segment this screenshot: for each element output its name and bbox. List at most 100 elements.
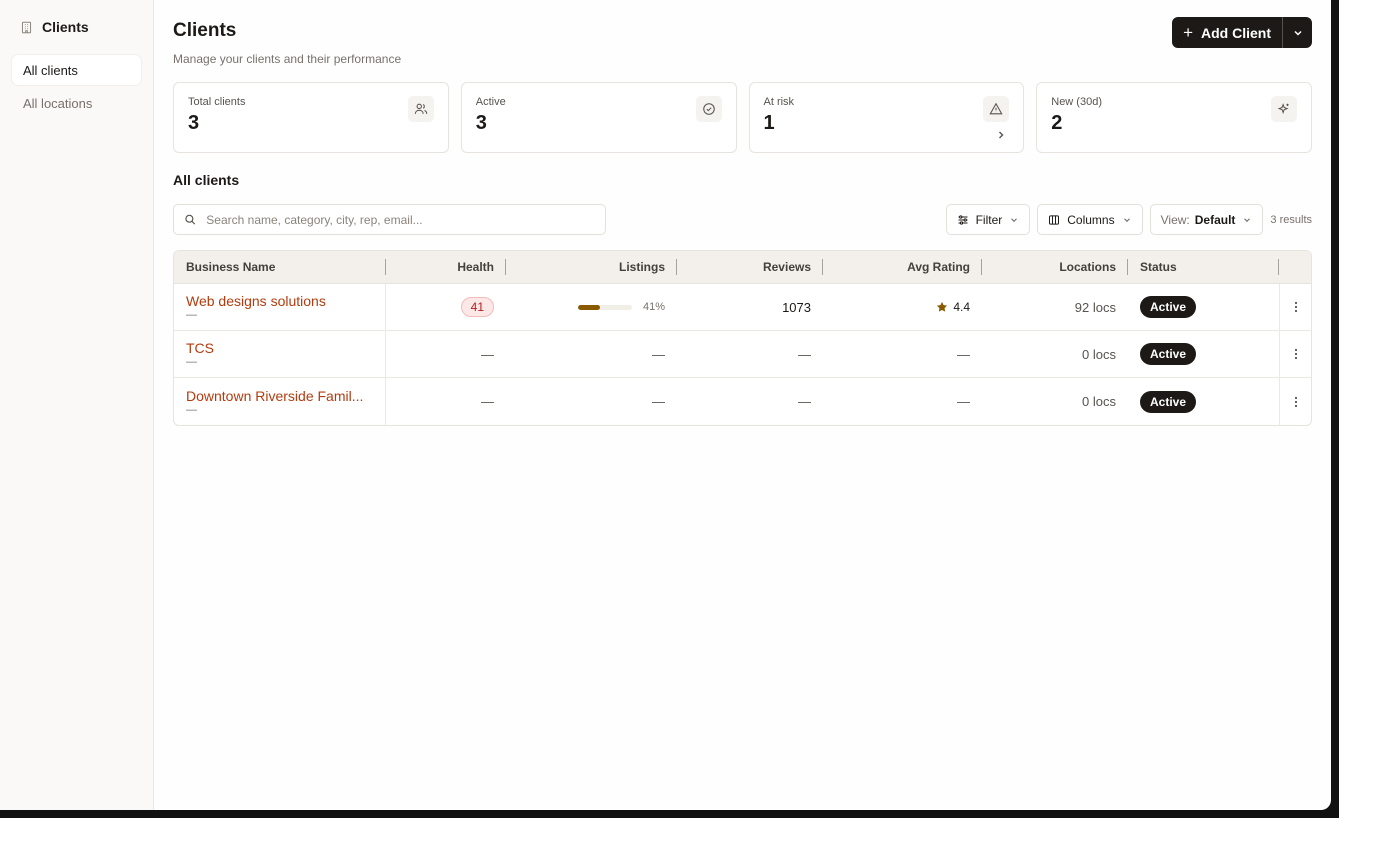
cell-reviews: — [677, 331, 823, 377]
page-title: Clients [173, 20, 237, 41]
stat-value: 2 [1051, 112, 1063, 134]
status-badge: Active [1140, 296, 1197, 318]
cell-locations: 0 locs [982, 378, 1128, 425]
stat-label: At risk [763, 96, 795, 108]
more-vertical-icon [1294, 301, 1297, 313]
view-select[interactable]: View: Default [1149, 204, 1264, 235]
cell-health: — [386, 331, 506, 377]
add-client-dropdown-button[interactable] [1282, 17, 1312, 48]
view-prefix: View: [1160, 212, 1190, 227]
stat-card-new: New (30d) 2 [1036, 82, 1312, 153]
chevron-down-icon [1244, 217, 1251, 222]
cell-locations: 0 locs [982, 331, 1128, 377]
listings-percent: 41% [642, 301, 665, 313]
column-header-business-name[interactable]: Business Name [174, 251, 386, 283]
column-header-actions [1279, 251, 1311, 283]
stats-row: Total clients 3 Active 3 At risk 1 New (… [173, 82, 1312, 153]
column-header-reviews[interactable]: Reviews [677, 251, 823, 283]
filter-button[interactable]: Filter [945, 204, 1031, 235]
sidebar-header: Clients [12, 17, 141, 37]
row-actions-button[interactable] [1279, 378, 1311, 425]
health-value: — [481, 346, 494, 362]
main-content: Clients Manage your clients and their pe… [154, 0, 1331, 810]
table-header: Business Name Health Listings Reviews Av… [174, 251, 1311, 284]
table-row[interactable]: Downtown Riverside Famil... — — — — — 0 … [174, 378, 1311, 425]
add-client-button[interactable]: + Add Client [1172, 17, 1282, 48]
listings-value: — [652, 394, 665, 409]
reviews-count: — [798, 394, 811, 409]
status-badge: Active [1140, 343, 1197, 365]
add-client-label: Add Client [1201, 24, 1271, 41]
stat-value: 1 [763, 112, 775, 134]
cell-avg-rating: — [823, 331, 982, 377]
sidebar-item-label: All locations [23, 95, 93, 111]
search-input[interactable] [206, 212, 595, 227]
cell-locations: 92 locs [982, 284, 1128, 330]
cell-listings: — [506, 331, 677, 377]
cell-health: — [386, 378, 506, 425]
table-row[interactable]: Web designs solutions — 41 41% 1073 4.4 … [174, 284, 1311, 331]
business-name-link[interactable]: Web designs solutions [186, 293, 326, 310]
chevron-right-icon [999, 131, 1004, 139]
toolbar-actions: Filter Columns View: Default 3 results [945, 204, 1312, 235]
table-toolbar: Filter Columns View: Default 3 results [173, 204, 1312, 235]
chevron-down-icon [1123, 217, 1130, 222]
business-name-link[interactable]: Downtown Riverside Famil... [186, 388, 363, 405]
users-icon [407, 96, 434, 122]
stat-value: 3 [475, 112, 487, 134]
cell-listings: — [506, 378, 677, 425]
column-header-locations[interactable]: Locations [982, 251, 1128, 283]
results-count: 3 results [1270, 213, 1312, 226]
cell-business-name: Downtown Riverside Famil... — [174, 378, 386, 425]
sidebar-item-all-clients[interactable]: All clients [12, 55, 141, 85]
cell-reviews: 1073 [677, 284, 823, 330]
columns-button[interactable]: Columns [1037, 204, 1143, 235]
column-header-listings[interactable]: Listings [506, 251, 677, 283]
cell-business-name: Web designs solutions — [174, 284, 386, 330]
health-value: — [481, 394, 494, 409]
sidebar-item-all-locations[interactable]: All locations [12, 88, 141, 118]
cell-avg-rating: 4.4 [823, 284, 982, 330]
stat-label: Active [475, 96, 506, 108]
chevron-down-icon [1011, 217, 1018, 222]
cell-listings: 41% [506, 284, 677, 330]
more-vertical-icon [1294, 396, 1297, 407]
stat-label: New (30d) [1051, 96, 1102, 108]
cell-business-name: TCS — [174, 331, 386, 377]
cell-health: 41 [386, 284, 506, 330]
view-value: Default [1194, 212, 1236, 227]
locations-count: 0 locs [1082, 394, 1116, 409]
health-score-badge: 41 [460, 297, 494, 317]
filter-label: Filter [975, 212, 1003, 227]
check-circle-icon [695, 96, 722, 122]
search-icon [185, 214, 196, 225]
sliders-icon [958, 214, 968, 225]
row-actions-button[interactable] [1279, 331, 1311, 377]
column-header-avg-rating[interactable]: Avg Rating [823, 251, 982, 283]
sidebar-title: Clients [42, 19, 89, 35]
plus-icon: + [1183, 23, 1193, 42]
stat-card-active: Active 3 [460, 82, 737, 153]
row-actions-button[interactable] [1279, 284, 1311, 330]
column-header-status[interactable]: Status [1128, 251, 1279, 283]
stat-card-at-risk[interactable]: At risk 1 [748, 82, 1025, 153]
avg-rating-value: — [957, 346, 970, 362]
cell-status: Active [1128, 378, 1279, 425]
avg-rating-value: — [957, 394, 970, 409]
listings-value: — [652, 346, 665, 362]
table-row[interactable]: TCS — — — — — 0 locs Active [174, 331, 1311, 378]
locations-count: 92 locs [1074, 299, 1116, 315]
business-subtext: — [186, 356, 197, 368]
building-icon [21, 21, 32, 33]
columns-label: Columns [1067, 212, 1115, 227]
clients-table: Business Name Health Listings Reviews Av… [173, 250, 1312, 426]
cell-status: Active [1128, 284, 1279, 330]
sparkles-icon [1271, 96, 1297, 122]
business-name-link[interactable]: TCS [186, 340, 214, 357]
sidebar: Clients All clients All locations [0, 0, 154, 810]
business-subtext: — [186, 403, 197, 416]
locations-count: 0 locs [1082, 346, 1116, 362]
stat-label: Total clients [188, 96, 246, 108]
column-header-health[interactable]: Health [386, 251, 506, 283]
reviews-count: — [798, 346, 811, 362]
